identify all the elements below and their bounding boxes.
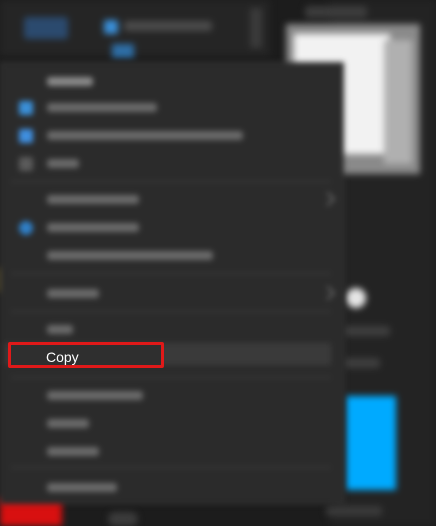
- menu-item[interactable]: [1, 217, 343, 237]
- preview-page-shadow: [384, 40, 412, 164]
- menu-item-label: [47, 159, 79, 168]
- side-label: [344, 326, 390, 336]
- menu-item-label: [47, 223, 139, 232]
- share-icon: [19, 129, 33, 143]
- toolbar: [0, 0, 270, 56]
- menu-item-label: [47, 131, 243, 140]
- context-menu: [0, 62, 344, 504]
- menu-item[interactable]: [1, 71, 343, 91]
- taskbar-icon[interactable]: [108, 512, 138, 526]
- info-icon: [19, 221, 33, 235]
- side-label: [326, 506, 382, 516]
- menu-item[interactable]: [1, 189, 343, 209]
- menu-item-label: [47, 77, 93, 86]
- gear-icon: [19, 157, 33, 171]
- menu-item[interactable]: [1, 283, 343, 303]
- toolbar-tab[interactable]: [24, 17, 68, 39]
- menu-item-label: [47, 483, 117, 492]
- menu-separator: [11, 311, 331, 312]
- menu-separator: [11, 181, 331, 182]
- open-icon: [19, 101, 33, 115]
- menu-item[interactable]: [1, 97, 343, 117]
- chevron-right-icon: [320, 191, 336, 207]
- copy-menu-item[interactable]: Copy: [8, 342, 164, 368]
- menu-item[interactable]: [1, 319, 343, 339]
- menu-item[interactable]: [1, 441, 343, 461]
- menu-item-label: [47, 419, 89, 428]
- menu-separator: [11, 377, 331, 378]
- menu-separator: [11, 273, 331, 274]
- menu-item[interactable]: [1, 245, 343, 265]
- menu-item-label: [47, 325, 73, 334]
- preview-title: [305, 6, 367, 18]
- menu-item-label: [47, 391, 143, 400]
- menu-item-label: [47, 447, 99, 456]
- menu-item[interactable]: [1, 413, 343, 433]
- menu-item-label: [47, 289, 99, 298]
- menu-item[interactable]: [1, 385, 343, 405]
- menu-item[interactable]: [1, 477, 343, 497]
- toolbar-button[interactable]: [112, 44, 134, 58]
- accent-tile[interactable]: [346, 396, 396, 490]
- menu-item-label: [47, 195, 139, 204]
- chevron-right-icon: [320, 285, 336, 301]
- menu-item[interactable]: [1, 125, 343, 145]
- screen: Copy: [0, 0, 436, 526]
- toolbar-label: [124, 21, 212, 31]
- menu-separator: [11, 467, 331, 468]
- toolbar-app-icon[interactable]: [104, 20, 118, 34]
- status-dot[interactable]: [346, 288, 366, 308]
- menu-item-label: [47, 103, 157, 112]
- toolbar-grip[interactable]: [250, 8, 262, 48]
- copy-menu-item-label: Copy: [46, 349, 79, 365]
- menu-item[interactable]: [1, 153, 343, 173]
- side-label: [344, 358, 380, 368]
- menu-item-label: [47, 251, 213, 260]
